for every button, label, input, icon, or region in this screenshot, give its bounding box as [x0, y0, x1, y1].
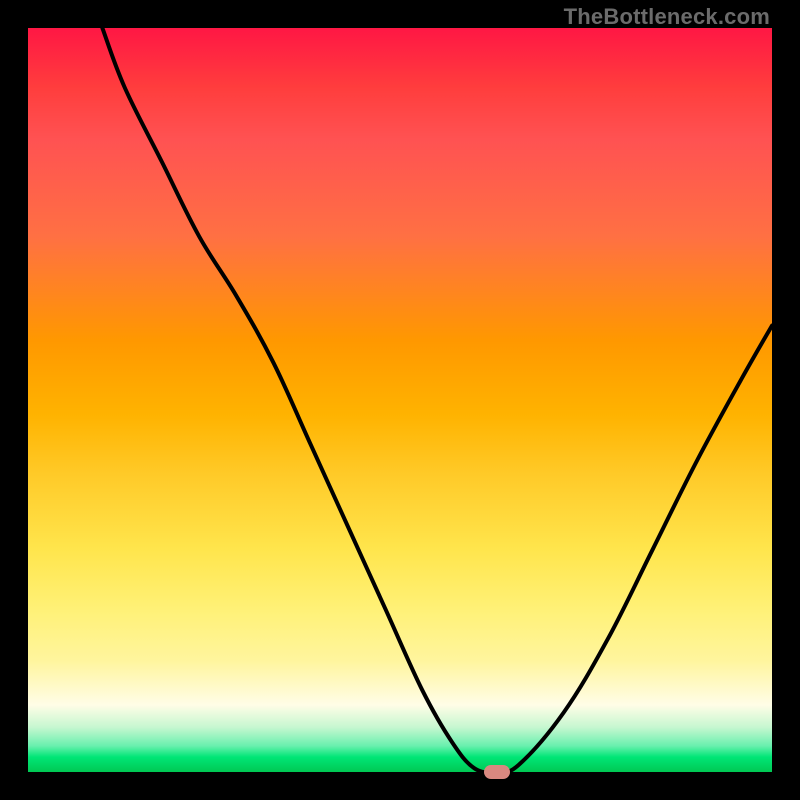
optimal-marker [484, 765, 510, 779]
bottleneck-curve-path [102, 28, 772, 772]
curve-svg [28, 28, 772, 772]
plot-area [28, 28, 772, 772]
chart-container: TheBottleneck.com [0, 0, 800, 800]
watermark-text: TheBottleneck.com [564, 4, 770, 30]
